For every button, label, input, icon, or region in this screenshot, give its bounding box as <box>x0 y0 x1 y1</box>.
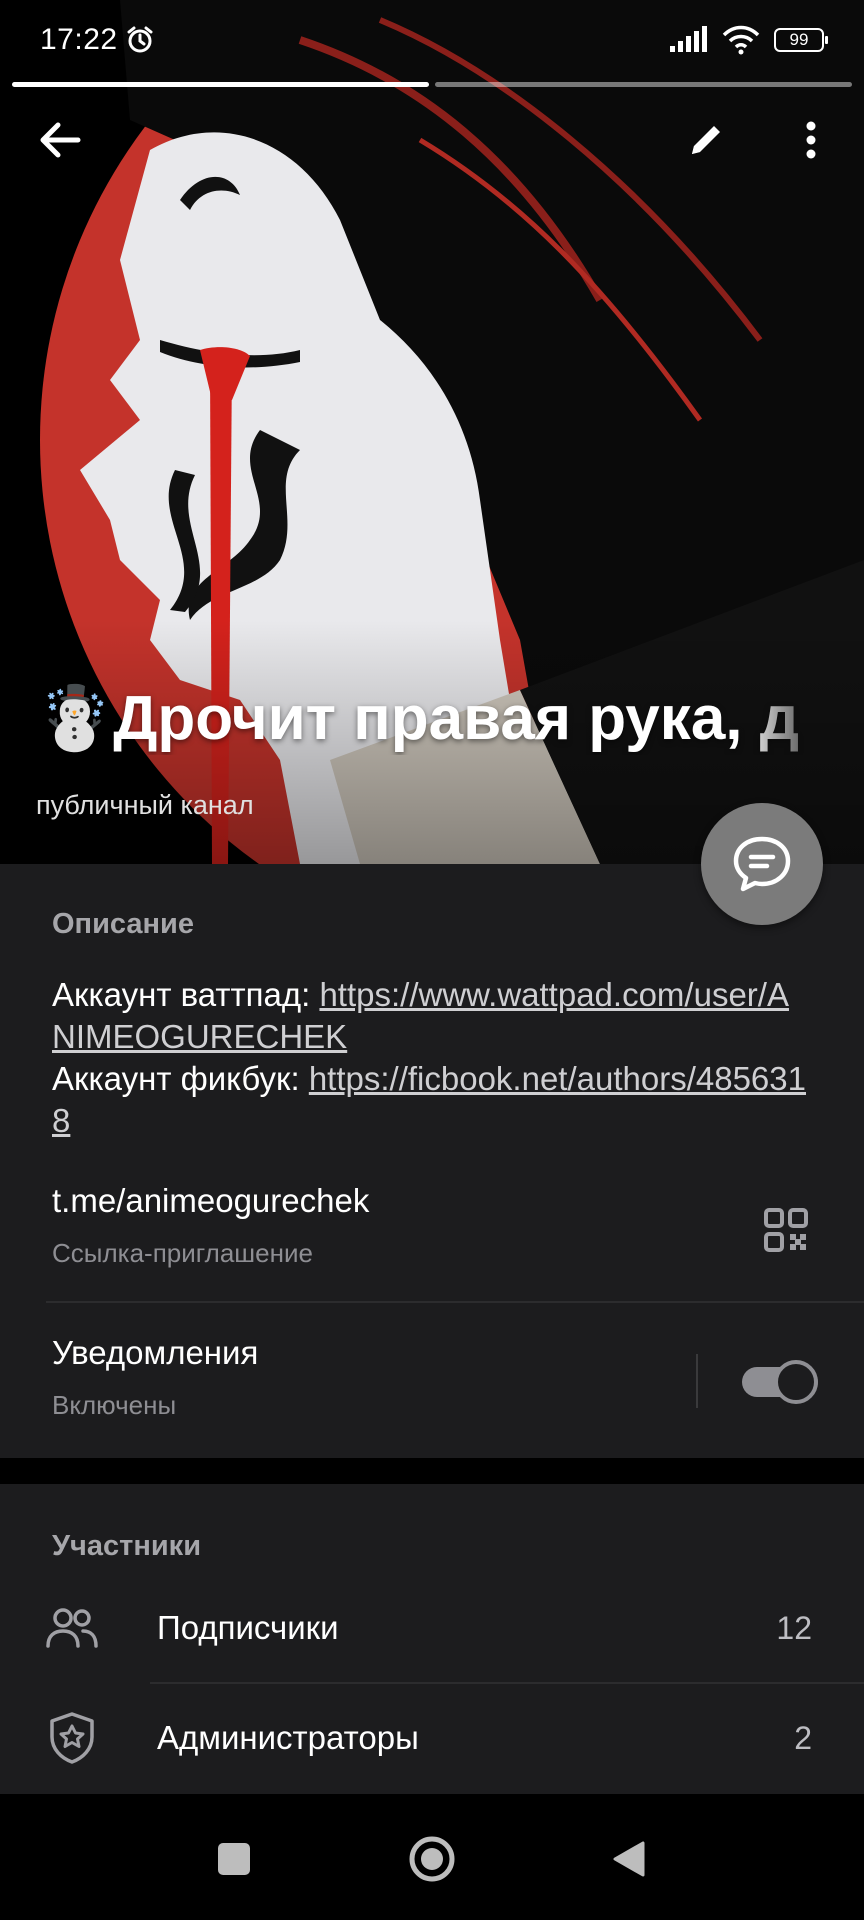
battery-indicator: 99 <box>774 28 828 52</box>
notifications-toggle[interactable] <box>742 1358 818 1406</box>
invite-link[interactable]: t.me/animeogurechek <box>52 1182 369 1220</box>
recents-button[interactable] <box>199 1824 269 1894</box>
battery-level: 99 <box>789 30 809 49</box>
chat-bubble-icon <box>733 836 791 892</box>
members-section: Участники Подписчики 12 Администраторы 2 <box>0 1484 864 1794</box>
vertical-separator <box>696 1354 698 1408</box>
channel-cover: 17:22 99 ☃️Дрочит правая рука, д публичн… <box>0 0 864 864</box>
snowman-emoji: ☃️ <box>36 684 114 753</box>
circle-home-icon <box>409 1836 455 1882</box>
administrators-label: Администраторы <box>157 1719 419 1756</box>
subscribers-count: 12 <box>776 1609 812 1646</box>
divider <box>46 1301 864 1303</box>
edit-button[interactable] <box>670 104 742 176</box>
notifications-label[interactable]: Уведомления <box>52 1334 258 1372</box>
channel-description: Аккаунт ваттпад: https://www.wattpad.com… <box>52 974 812 1142</box>
channel-title-text: Дрочит правая рука, д <box>113 684 800 753</box>
toggle-knob <box>774 1360 818 1404</box>
story-progress <box>12 82 852 87</box>
signal-icon <box>670 26 707 52</box>
channel-type: публичный канал <box>36 790 254 820</box>
info-section: Описание Аккаунт ваттпад: https://www.wa… <box>0 864 864 1458</box>
description-prefix: Аккаунт фикбук: <box>52 1060 309 1097</box>
invite-link-label: Ссылка-приглашение <box>52 1238 313 1268</box>
notifications-state: Включены <box>52 1390 177 1420</box>
subscribers-label: Подписчики <box>157 1609 339 1646</box>
square-icon <box>218 1843 250 1875</box>
members-header: Участники <box>52 1530 202 1562</box>
description-header: Описание <box>52 908 194 940</box>
description-line: Аккаунт ваттпад: https://www.wattpad.com… <box>52 974 812 1058</box>
people-icon <box>44 1600 100 1656</box>
more-vertical-icon <box>806 121 816 159</box>
shield-star-icon <box>44 1710 100 1766</box>
back-button[interactable] <box>24 104 96 176</box>
description-line: Аккаунт фикбук: https://ficbook.net/auth… <box>52 1058 812 1142</box>
qr-code-icon <box>764 1208 808 1252</box>
story-segment <box>435 82 852 87</box>
divider <box>150 1682 864 1684</box>
story-segment <box>12 82 429 87</box>
subscribers-row[interactable]: Подписчики 12 <box>0 1578 864 1678</box>
administrators-count: 2 <box>794 1719 812 1756</box>
wifi-icon <box>722 25 760 55</box>
arrow-left-icon <box>40 122 81 158</box>
alarm-icon <box>127 26 153 53</box>
discussion-button[interactable] <box>701 803 823 925</box>
description-prefix: Аккаунт ваттпад: <box>52 976 320 1013</box>
home-button[interactable] <box>397 1824 467 1894</box>
back-nav-button[interactable] <box>594 1824 664 1894</box>
triangle-back-icon <box>613 1841 645 1877</box>
more-options-button[interactable] <box>775 104 847 176</box>
qr-code-button[interactable] <box>758 1202 814 1258</box>
status-time: 17:22 <box>40 23 118 56</box>
system-navigation-bar <box>0 1794 864 1920</box>
pencil-icon <box>692 126 720 154</box>
channel-title: ☃️Дрочит правая рука, д <box>36 682 836 755</box>
status-bar: 17:22 99 <box>0 0 864 80</box>
administrators-row[interactable]: Администраторы 2 <box>0 1688 864 1788</box>
